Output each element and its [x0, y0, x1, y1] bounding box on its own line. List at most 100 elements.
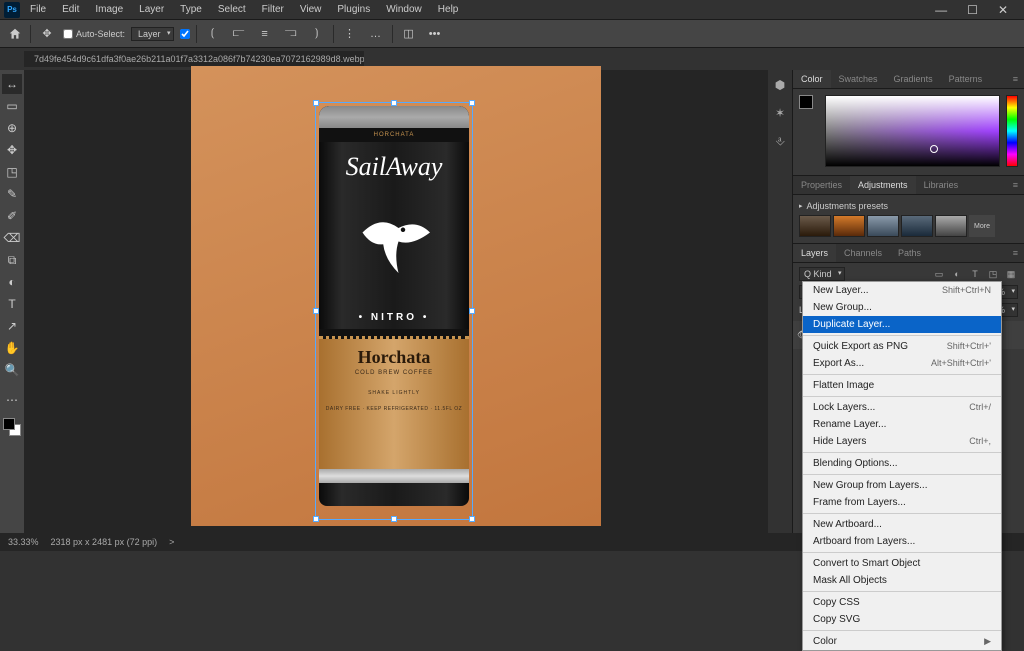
context-menu-item[interactable]: Artboard from Layers... — [803, 533, 1001, 550]
filter-icon[interactable]: ◐ — [950, 267, 964, 281]
menu-window[interactable]: Window — [380, 2, 428, 17]
zoom-tool[interactable]: 🔍 — [2, 360, 22, 380]
canvas-area[interactable]: HORCHATA SailAway • NITRO • Horchata COL… — [24, 70, 768, 533]
eyedropper-tool[interactable]: ✎ — [2, 184, 22, 204]
context-menu-item[interactable]: Flatten Image — [803, 377, 1001, 394]
tab-libraries[interactable]: Libraries — [916, 176, 967, 194]
preset-thumb[interactable] — [799, 215, 831, 237]
filter-icon[interactable]: ▦ — [1004, 267, 1018, 281]
menu-plugins[interactable]: Plugins — [331, 2, 376, 17]
foreground-swatch[interactable] — [799, 95, 819, 115]
filter-icon[interactable]: ▭ — [932, 267, 946, 281]
preset-thumb[interactable] — [833, 215, 865, 237]
tab-properties[interactable]: Properties — [793, 176, 850, 194]
eraser-tool[interactable]: ⌫ — [2, 228, 22, 248]
edit-toolbar-icon[interactable]: ⋯ — [2, 390, 22, 410]
canvas[interactable]: HORCHATA SailAway • NITRO • Horchata COL… — [191, 66, 601, 526]
more-align-icon[interactable]: … — [366, 24, 386, 44]
tab-channels[interactable]: Channels — [836, 244, 890, 262]
context-menu-item[interactable]: Frame from Layers... — [803, 494, 1001, 511]
marquee-tool[interactable]: ▭ — [2, 96, 22, 116]
path-tool[interactable]: ↗ — [2, 316, 22, 336]
distribute-icon[interactable]: ⋮ — [340, 24, 360, 44]
preset-thumb[interactable] — [867, 215, 899, 237]
align-icon[interactable]: ⟯ — [307, 24, 327, 44]
context-menu-item[interactable]: Quick Export as PNGShift+Ctrl+' — [803, 338, 1001, 355]
menu-type[interactable]: Type — [174, 2, 208, 17]
tab-adjustments[interactable]: Adjustments — [850, 176, 916, 194]
context-menu-item[interactable]: Copy CSS — [803, 594, 1001, 611]
menu-image[interactable]: Image — [89, 2, 129, 17]
panel-icon[interactable]: ⎀ — [771, 132, 789, 150]
menu-help[interactable]: Help — [432, 2, 465, 17]
menu-layer[interactable]: Layer — [133, 2, 170, 17]
menu-edit[interactable]: Edit — [56, 2, 85, 17]
gradient-tool[interactable]: ⧉ — [2, 250, 22, 270]
preset-thumb[interactable] — [901, 215, 933, 237]
context-menu-item[interactable]: New Layer...Shift+Ctrl+N — [803, 282, 1001, 299]
tab-color[interactable]: Color — [793, 70, 831, 88]
tab-paths[interactable]: Paths — [890, 244, 929, 262]
preset-thumb[interactable] — [935, 215, 967, 237]
context-menu-item[interactable]: Rename Layer... — [803, 416, 1001, 433]
context-menu-item[interactable]: Color▶ — [803, 633, 1001, 650]
panel-menu-icon[interactable]: ≡ — [1007, 176, 1024, 194]
home-icon[interactable] — [6, 25, 24, 43]
context-menu-item[interactable]: Copy SVG — [803, 611, 1001, 628]
panel-icon[interactable]: ✶ — [771, 104, 789, 122]
crop-tool[interactable]: ✥ — [2, 140, 22, 160]
align-icon[interactable]: ≡ — [255, 24, 275, 44]
3d-mode-icon[interactable]: ◫ — [399, 24, 419, 44]
panel-icon[interactable]: ⬢ — [771, 76, 789, 94]
context-menu-item[interactable]: Convert to Smart Object — [803, 555, 1001, 572]
menu-view[interactable]: View — [294, 2, 328, 17]
hue-slider[interactable] — [1006, 95, 1018, 167]
filter-icon[interactable]: T — [968, 267, 982, 281]
zoom-level[interactable]: 33.33% — [8, 537, 39, 547]
menu-filter[interactable]: Filter — [256, 2, 290, 17]
maximize-button[interactable]: ☐ — [961, 1, 984, 19]
context-menu-item[interactable]: Hide LayersCtrl+, — [803, 433, 1001, 450]
minimize-button[interactable]: — — [929, 1, 953, 19]
more-options-icon[interactable]: ••• — [425, 24, 445, 44]
context-menu-item[interactable]: New Group from Layers... — [803, 477, 1001, 494]
presets-label[interactable]: Adjustments presets — [799, 201, 1018, 211]
align-icon[interactable]: ⫍ — [229, 24, 249, 44]
context-menu-item[interactable]: Export As...Alt+Shift+Ctrl+' — [803, 355, 1001, 372]
filter-icon[interactable]: ◳ — [986, 267, 1000, 281]
status-arrow-icon[interactable]: > — [169, 537, 174, 547]
brush-tool[interactable]: ✐ — [2, 206, 22, 226]
layer-kind-filter[interactable]: Q Kind — [799, 267, 845, 281]
menu-file[interactable]: File — [24, 2, 52, 17]
panel-menu-icon[interactable]: ≡ — [1007, 70, 1024, 88]
color-picker[interactable] — [825, 95, 1000, 167]
tab-gradients[interactable]: Gradients — [886, 70, 941, 88]
context-menu-item[interactable]: Blending Options... — [803, 455, 1001, 472]
hand-tool[interactable]: ✋ — [2, 338, 22, 358]
tab-patterns[interactable]: Patterns — [941, 70, 991, 88]
dodge-tool[interactable]: ◐ — [2, 272, 22, 292]
autoselect-mode-dropdown[interactable]: Layer — [131, 27, 174, 41]
context-menu-item[interactable]: Mask All Objects — [803, 572, 1001, 589]
autoselect-checkbox[interactable]: Auto-Select: — [63, 29, 125, 39]
more-presets-button[interactable]: More — [969, 215, 995, 237]
tab-layers[interactable]: Layers — [793, 244, 836, 262]
context-menu-item[interactable]: New Group... — [803, 299, 1001, 316]
align-icon[interactable]: ⫎ — [281, 24, 301, 44]
tab-swatches[interactable]: Swatches — [831, 70, 886, 88]
frame-tool[interactable]: ◳ — [2, 162, 22, 182]
align-icon[interactable]: ⟮ — [203, 24, 223, 44]
panel-menu-icon[interactable]: ≡ — [1007, 244, 1024, 262]
context-menu-item[interactable]: Lock Layers...Ctrl+/ — [803, 399, 1001, 416]
show-transform-checkbox[interactable] — [180, 29, 190, 39]
color-swatches[interactable] — [3, 418, 21, 436]
toolbox: ↔ ▭ ⊕ ✥ ◳ ✎ ✐ ⌫ ⧉ ◐ T ↗ ✋ 🔍 ⋯ — [0, 70, 24, 533]
close-button[interactable]: ✕ — [992, 1, 1014, 19]
lasso-tool[interactable]: ⊕ — [2, 118, 22, 138]
menu-select[interactable]: Select — [212, 2, 252, 17]
type-tool[interactable]: T — [2, 294, 22, 314]
context-menu-item[interactable]: New Artboard... — [803, 516, 1001, 533]
document-dimensions[interactable]: 2318 px x 2481 px (72 ppi) — [51, 537, 158, 547]
move-tool[interactable]: ↔ — [2, 74, 22, 94]
context-menu-item[interactable]: Duplicate Layer... — [803, 316, 1001, 333]
